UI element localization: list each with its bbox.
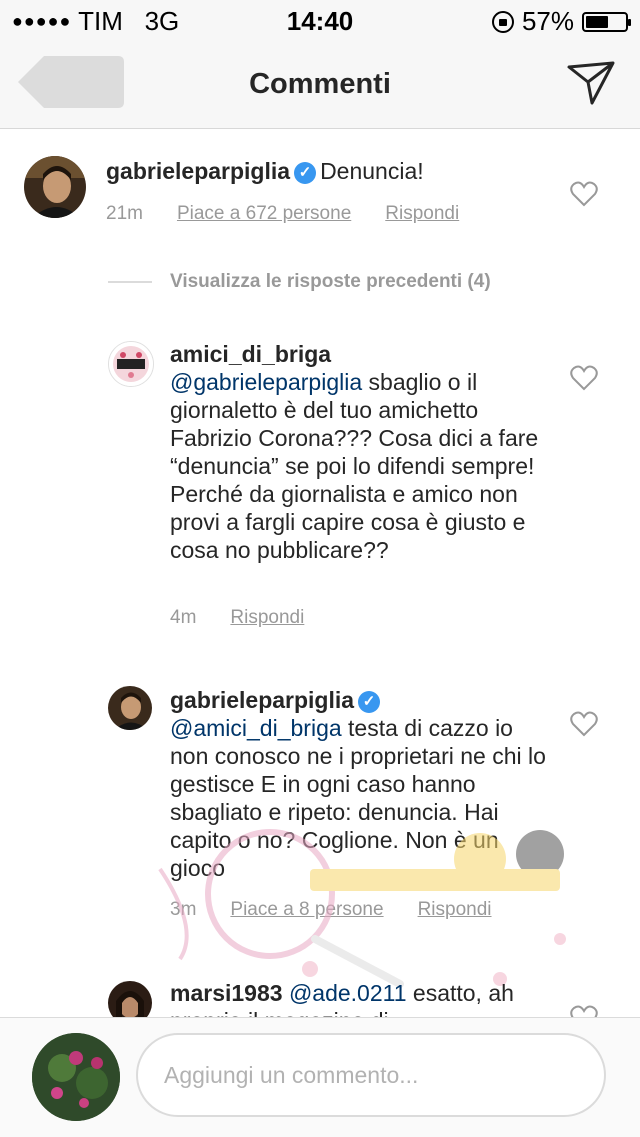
divider xyxy=(108,281,152,283)
status-bar: ●●●●● TIM 3G 14:40 57% xyxy=(0,0,640,40)
avatar[interactable] xyxy=(108,686,152,730)
avatar[interactable] xyxy=(108,981,152,1017)
comment-meta: 3m Piace a 8 persone Rispondi xyxy=(170,899,492,921)
battery-icon xyxy=(582,11,631,32)
verified-badge-icon: ✓ xyxy=(294,162,317,184)
comment-text: marsi1983 @ade.0211 esatto, ah proprio i… xyxy=(170,979,550,1017)
page-title: Commenti xyxy=(249,68,391,100)
comment-input[interactable] xyxy=(136,1033,606,1117)
comment-time: 3m xyxy=(170,899,197,920)
reply-link[interactable]: Rispondi xyxy=(385,203,459,225)
paper-plane-icon[interactable] xyxy=(566,60,616,106)
comment-body: Denuncia! xyxy=(320,158,424,184)
status-right: 57% xyxy=(491,6,631,37)
reply-link[interactable]: Rispondi xyxy=(418,899,492,921)
battery-fill xyxy=(586,15,608,28)
comment-username[interactable]: amici_di_briga xyxy=(170,341,331,367)
comment-username[interactable]: gabrieleparpiglia xyxy=(170,687,354,713)
comment-text: gabrieleparpiglia ✓ @amici_di_briga testa… xyxy=(170,686,550,882)
comment-time: 4m xyxy=(170,607,197,628)
heart-icon[interactable] xyxy=(570,365,598,391)
likes-link[interactable]: Piace a 672 persone xyxy=(177,203,351,225)
reply-link[interactable]: Rispondi xyxy=(230,607,304,629)
comment-username[interactable]: gabrieleparpiglia xyxy=(106,158,290,184)
likes-link[interactable]: Piace a 8 persone xyxy=(230,899,383,921)
verified-badge-icon: ✓ xyxy=(358,691,381,713)
avatar[interactable] xyxy=(32,1033,120,1121)
comment-meta: 4m Rispondi xyxy=(170,607,304,629)
mention-link[interactable]: @gabrieleparpiglia xyxy=(170,369,362,395)
comment-text: gabrieleparpiglia ✓ Denuncia! xyxy=(106,157,566,185)
comment-composer xyxy=(0,1017,640,1137)
comment-time: 21m xyxy=(106,203,143,224)
view-previous-replies[interactable]: Visualizza le risposte precedenti (4) xyxy=(170,271,491,293)
heart-icon[interactable] xyxy=(570,711,598,737)
rotation-lock-icon xyxy=(491,10,514,33)
comment-meta: 21m Piace a 672 persone Rispondi xyxy=(106,203,459,225)
navigation-bar: Commenti xyxy=(0,40,640,129)
avatar[interactable] xyxy=(24,156,86,218)
heart-icon[interactable] xyxy=(570,1005,598,1017)
comments-list: gabrieleparpiglia ✓ Denuncia! 21m Piace a … xyxy=(0,129,640,1017)
avatar[interactable] xyxy=(108,341,154,387)
heart-icon[interactable] xyxy=(570,181,598,207)
mention-link[interactable]: @ade.0211 xyxy=(289,980,407,1006)
comment-username[interactable]: marsi1983 xyxy=(170,980,283,1006)
battery-percent: 57% xyxy=(521,6,574,36)
mention-link[interactable]: @amici_di_briga xyxy=(170,715,342,741)
comment-text: amici_di_briga @gabrieleparpiglia sbagli… xyxy=(170,340,560,564)
comment-body: sbaglio o il giornaletto è del tuo amich… xyxy=(170,369,539,563)
